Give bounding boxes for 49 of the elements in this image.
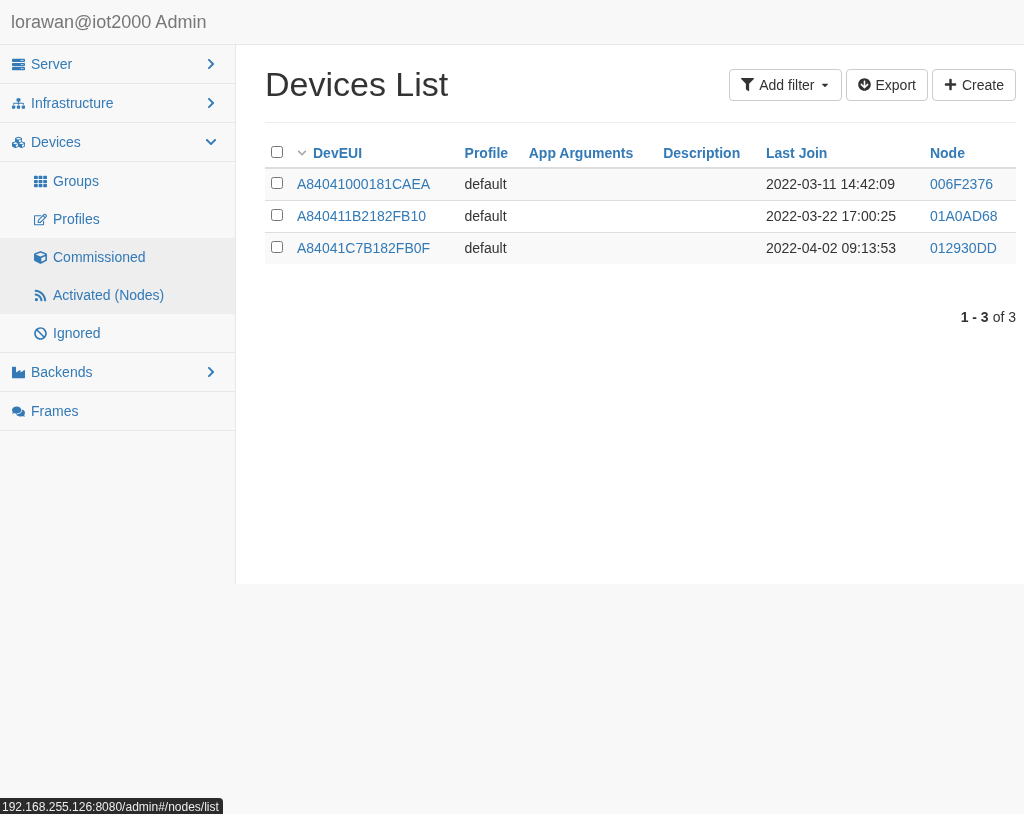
filter-icon xyxy=(741,78,755,91)
edit-icon xyxy=(34,212,47,226)
app-title: lorawan@iot2000 Admin xyxy=(11,11,207,33)
chevron-right-icon xyxy=(205,366,217,378)
row-checkbox[interactable] xyxy=(271,209,283,221)
toolbar-button[interactable]: Add filter xyxy=(729,68,842,101)
rss-icon xyxy=(34,288,47,302)
sidebar-item[interactable]: Backends xyxy=(0,353,235,392)
page-title: Devices List xyxy=(265,65,449,104)
sidebar-subitem[interactable]: Groups xyxy=(0,162,235,200)
sidebar-subitem[interactable]: Activated (Nodes) xyxy=(0,276,235,314)
ban-icon xyxy=(34,326,47,340)
toolbar-button[interactable]: Create xyxy=(931,68,1016,101)
sidebar-subitem[interactable]: Ignored xyxy=(0,314,235,352)
chat-icon xyxy=(12,404,25,418)
table-link[interactable]: A84041C7B182FB0F xyxy=(297,240,431,257)
table-link[interactable]: A840411B2182FB10 xyxy=(297,208,426,224)
cube-icon xyxy=(34,250,47,264)
toolbar-button[interactable]: Export xyxy=(845,68,928,101)
plus-icon xyxy=(943,78,957,91)
table-link[interactable]: 012930DD xyxy=(929,240,997,257)
table-link[interactable]: 01A0AD68 xyxy=(929,208,998,224)
table-cell: default xyxy=(464,176,507,193)
table-cell: 2022-04-02 09:13:53 xyxy=(765,240,896,257)
table-cell: default xyxy=(464,208,507,224)
table-cell: 2022-03-11 14:42:09 xyxy=(765,176,895,193)
factory-icon xyxy=(12,365,25,379)
sidebar-item[interactable]: Server xyxy=(0,45,235,84)
select-all-checkbox[interactable] xyxy=(271,146,283,158)
hierarchy-icon xyxy=(12,96,25,110)
table-cell: 2022-03-22 17:00:25 xyxy=(765,208,896,224)
chevron-right-icon xyxy=(205,58,217,70)
server-icon xyxy=(12,57,25,71)
sidebar-subitem[interactable]: Profiles xyxy=(0,200,235,238)
pagination-range: 1 - 3 xyxy=(960,309,989,325)
row-checkbox[interactable] xyxy=(271,241,283,254)
sort-icon xyxy=(297,148,307,158)
table-cell: default xyxy=(464,240,507,257)
pagination-total: of 3 xyxy=(992,309,1016,325)
table-link[interactable]: A84041000181CAEA xyxy=(297,176,431,193)
status-url: 192.168.255.126:8080/admin#/nodes/list xyxy=(0,798,223,814)
cubes-icon xyxy=(12,135,25,149)
grid-icon xyxy=(34,174,47,188)
chevron-down-icon xyxy=(205,136,217,148)
table-link[interactable]: 006F2376 xyxy=(929,176,993,193)
download-icon xyxy=(857,78,871,91)
sidebar-subitem[interactable]: Commissioned xyxy=(0,238,235,276)
chevron-right-icon xyxy=(205,97,217,109)
row-checkbox[interactable] xyxy=(271,177,283,190)
